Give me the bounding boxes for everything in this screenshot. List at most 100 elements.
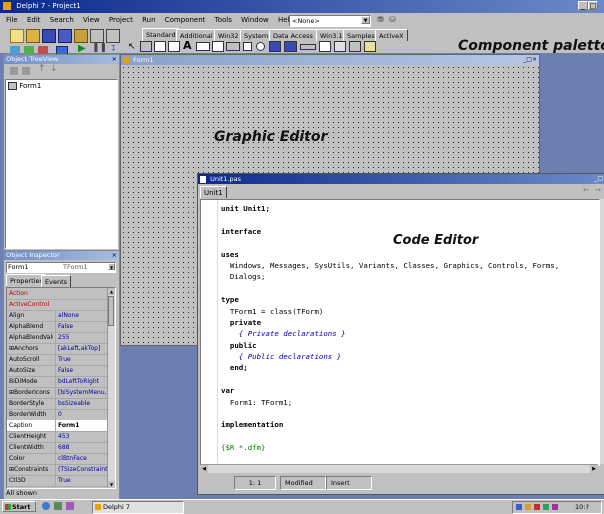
- combo-dropdown-arrow-icon[interactable]: ▼: [361, 16, 370, 24]
- menu-window[interactable]: Window: [241, 14, 269, 27]
- popupmenu-component-icon[interactable]: [168, 41, 180, 52]
- menu-run[interactable]: Run: [142, 14, 155, 27]
- tray-display-icon[interactable]: [543, 504, 549, 510]
- minimize-button[interactable]: _: [578, 1, 588, 10]
- remove-file-icon[interactable]: [106, 29, 120, 43]
- save-icon[interactable]: [42, 29, 56, 43]
- form1-title-bar: Form1 _□×: [121, 55, 539, 65]
- actionlist-component-icon[interactable]: [364, 41, 376, 52]
- palette-tab-win31[interactable]: Win3.1: [316, 29, 347, 41]
- mainmenu-component-icon[interactable]: [154, 41, 166, 52]
- scrollbar-component-icon[interactable]: [300, 44, 316, 50]
- open-icon[interactable]: [26, 29, 40, 43]
- menu-view[interactable]: View: [83, 14, 100, 27]
- scroll-up-arrow-icon[interactable]: ▲: [108, 288, 115, 295]
- palette-tab-system[interactable]: System: [240, 29, 273, 41]
- quicklaunch-desktop-icon[interactable]: [54, 502, 62, 510]
- delete-item-icon[interactable]: [22, 67, 30, 75]
- menu-project[interactable]: Project: [109, 14, 133, 27]
- edit-component-icon[interactable]: [196, 42, 210, 51]
- property-name: ClientWidth: [9, 444, 44, 451]
- listbox-component-icon[interactable]: [269, 41, 281, 52]
- checkbox-component-icon[interactable]: [243, 42, 252, 51]
- quicklaunch-media-icon[interactable]: [66, 502, 74, 510]
- palette-tab-samples[interactable]: Samples: [343, 29, 379, 41]
- save-desktop-icon[interactable]: ⛃: [377, 15, 384, 24]
- palette-tab-standard[interactable]: Standard: [142, 28, 180, 41]
- menu-component[interactable]: Component: [165, 14, 206, 27]
- form1-close-button[interactable]: ×: [532, 56, 537, 63]
- object-treeview-close-icon[interactable]: ×: [112, 55, 117, 64]
- run-icon[interactable]: ▶: [78, 43, 86, 54]
- move-down-icon[interactable]: ↓: [50, 64, 58, 74]
- open-project-icon[interactable]: [74, 29, 88, 43]
- palette-tab-data-access[interactable]: Data Access: [269, 29, 317, 41]
- palette-tab-activex[interactable]: ActiveX: [375, 29, 408, 41]
- frames-component-icon[interactable]: [140, 41, 152, 52]
- object-selector-arrow-icon[interactable]: ▼: [108, 263, 115, 270]
- button-component-icon[interactable]: [226, 42, 240, 51]
- memo-component-icon[interactable]: [212, 41, 224, 52]
- menu-edit[interactable]: Edit: [27, 14, 41, 27]
- desktop-layout-combo[interactable]: <None> ▼: [289, 15, 371, 27]
- move-up-icon[interactable]: ↑: [38, 64, 46, 74]
- menu-search[interactable]: Search: [50, 14, 74, 27]
- object-inspector-close-icon[interactable]: ×: [112, 251, 117, 260]
- groupbox-component-icon[interactable]: [319, 41, 331, 52]
- label-component-icon[interactable]: A: [183, 39, 192, 52]
- radiogroup-component-icon[interactable]: [334, 41, 346, 52]
- property-name: BiDiMode: [9, 378, 38, 385]
- set-debug-desktop-icon[interactable]: ⛁: [389, 15, 396, 24]
- nav-back-icon[interactable]: ←: [583, 186, 589, 194]
- property-row[interactable]: Ctl3D True: [7, 475, 115, 487]
- nav-forward-icon[interactable]: →: [595, 186, 601, 194]
- panel-component-icon[interactable]: [349, 41, 361, 52]
- property-grid-scrollbar[interactable]: ▲ ▼: [107, 288, 115, 488]
- tray-antivirus-icon[interactable]: [534, 504, 540, 510]
- tray-clock[interactable]: 10:?: [575, 502, 589, 513]
- tray-volume-icon[interactable]: [525, 504, 531, 510]
- tab-events[interactable]: Events: [41, 275, 72, 287]
- tree-item-form1[interactable]: Form1: [8, 82, 41, 90]
- scroll-down-arrow-icon[interactable]: ▼: [108, 481, 115, 488]
- hscroll-left-arrow-icon[interactable]: ◀: [200, 465, 208, 473]
- code-line: var: [221, 386, 235, 396]
- delphi-app-icon: [3, 2, 11, 10]
- trace-into-icon[interactable]: ↧: [110, 44, 117, 53]
- property-name: Align: [9, 312, 25, 319]
- new-items-icon[interactable]: [10, 29, 24, 43]
- task-delphi7[interactable]: Delphi 7: [92, 501, 184, 514]
- code-line: Form1: TForm1;: [221, 397, 293, 407]
- maximize-button[interactable]: □: [588, 1, 598, 10]
- code-line: unit Unit1;: [221, 204, 270, 213]
- radiobutton-component-icon[interactable]: [256, 42, 265, 51]
- windows-logo-icon: [5, 504, 11, 510]
- add-file-icon[interactable]: [90, 29, 104, 43]
- palette-selector-arrow-icon[interactable]: ↖: [128, 42, 136, 52]
- new-item-icon[interactable]: [10, 67, 18, 75]
- hscroll-right-arrow-icon[interactable]: ▶: [590, 465, 598, 473]
- scroll-thumb[interactable]: [108, 296, 114, 326]
- property-name: AutoSize: [9, 367, 36, 374]
- tab-unit1[interactable]: Unit1: [200, 186, 227, 198]
- property-name: AlphaBlend: [9, 323, 44, 330]
- code-editor-vscrollbar[interactable]: [600, 199, 604, 464]
- modified-indicator: Modified: [280, 476, 326, 490]
- object-treeview-toolbar: ↑ ↓: [4, 64, 119, 78]
- pause-icon[interactable]: ❚❚: [92, 43, 107, 53]
- save-all-icon[interactable]: [58, 29, 72, 43]
- code-editor-hscrollbar[interactable]: ◀ ▶: [200, 464, 598, 473]
- combobox-component-icon[interactable]: [284, 41, 297, 52]
- code-editor-maximize-button[interactable]: □: [597, 175, 603, 182]
- palette-tab-win32[interactable]: Win32: [214, 29, 243, 41]
- tray-network-icon[interactable]: [516, 504, 522, 510]
- property-name: Color: [9, 455, 25, 462]
- main-title-bar: Delphi 7 - Project1: [0, 0, 604, 13]
- menu-file[interactable]: File: [6, 14, 18, 27]
- property-name: AutoScroll: [9, 356, 40, 363]
- start-button[interactable]: Start: [2, 501, 36, 512]
- object-selector-combo[interactable]: Form1 TForm1 ▼: [6, 262, 116, 273]
- menu-tools[interactable]: Tools: [215, 14, 232, 27]
- tray-update-icon[interactable]: [552, 504, 558, 510]
- quicklaunch-ie-icon[interactable]: [42, 502, 50, 510]
